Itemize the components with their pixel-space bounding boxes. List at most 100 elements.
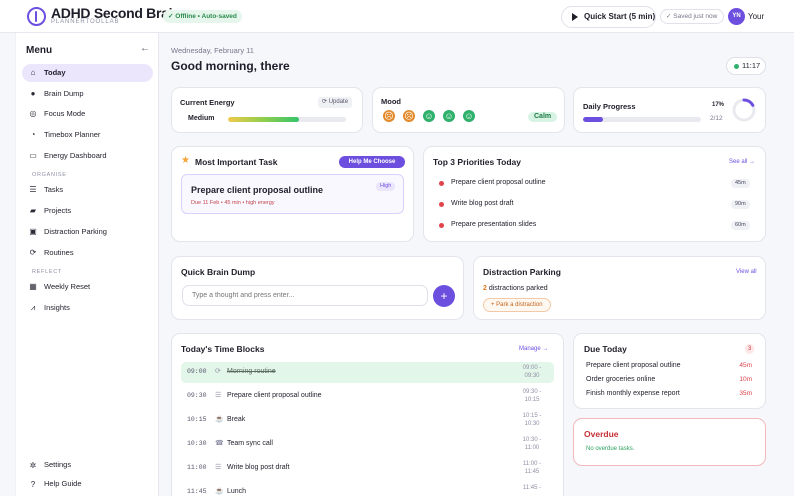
manage-link[interactable]: Manage →: [519, 346, 548, 352]
sidebar-item-today[interactable]: ⌂ Today: [22, 64, 153, 82]
time-block-time: 10:30: [187, 440, 207, 447]
brain-dump-card: Quick Brain Dump +: [171, 256, 464, 320]
sidebar-item-label: Weekly Reset: [44, 282, 91, 291]
user-name[interactable]: Your: [748, 12, 764, 21]
sidebar-item-help-guide[interactable]: ? Help Guide: [22, 476, 153, 492]
priority-dot-icon: [439, 202, 444, 207]
parking-icon: ▣: [29, 227, 37, 236]
collapse-sidebar-icon[interactable]: ←: [140, 43, 150, 54]
distraction-count-number: 2: [483, 285, 487, 292]
sidebar-item-tasks[interactable]: ☰ Tasks: [22, 181, 153, 199]
sidebar-item-timebox-planner[interactable]: ◔ Timebox Planner: [22, 126, 153, 144]
sidebar-item-insights[interactable]: ⩘ Insights: [22, 299, 153, 317]
brain-dump-title: Quick Brain Dump: [181, 267, 256, 277]
sidebar-item-focus-mode[interactable]: ◎ Focus Mode: [22, 105, 153, 123]
no-overdue-text: No overdue tasks.: [586, 446, 635, 452]
quick-start-button[interactable]: Quick Start (5 min): [561, 6, 656, 28]
sidebar-item-label: Help Guide: [44, 479, 82, 488]
mood-happy-icon[interactable]: ☺: [443, 110, 455, 122]
menu-title: Menu: [26, 45, 53, 56]
add-thought-button[interactable]: +: [433, 285, 455, 307]
view-all-link[interactable]: View all: [736, 269, 757, 275]
list-icon: ☰: [215, 392, 222, 399]
time-block-row[interactable]: 10:15 ☕ Break 10:15 - 10:30: [181, 410, 554, 431]
top-header: ADHD Second Brain PLANNERTOOLLAB ✓ Offli…: [0, 0, 794, 33]
coffee-icon: ☕: [215, 488, 224, 495]
progress-ring: [732, 98, 756, 122]
time-block-row[interactable]: 11:45 ☕ Lunch 11:45 -: [181, 482, 554, 496]
due-item-time: 35m: [739, 390, 752, 397]
priority-item[interactable]: Prepare client proposal outline 45m: [439, 177, 750, 189]
help-me-choose-button[interactable]: Help Me Choose: [339, 156, 405, 168]
progress-card: Daily Progress 17% 2/12: [573, 87, 766, 133]
mit-task-name: Prepare client proposal outline: [191, 185, 324, 195]
overdue-card: Overdue No overdue tasks.: [573, 418, 766, 466]
mood-very-happy-icon[interactable]: ☺: [463, 110, 475, 122]
time-block-range: 09:00 - 09:30: [517, 364, 547, 380]
due-item[interactable]: Prepare client proposal outline 45m: [586, 362, 752, 369]
sidebar-item-routines[interactable]: ⟳ Routines: [22, 244, 153, 262]
due-item[interactable]: Order groceries online 10m: [586, 376, 752, 383]
brain-dump-input[interactable]: [182, 285, 428, 306]
sidebar-item-distraction-parking[interactable]: ▣ Distraction Parking: [22, 223, 153, 241]
target-icon: ◎: [29, 109, 37, 118]
time-block-label: Morning routine: [227, 368, 276, 375]
mood-sad-icon[interactable]: ☹: [403, 110, 415, 122]
current-date: Wednesday, February 11: [171, 46, 254, 55]
clock-display: 11:17: [726, 57, 766, 75]
mood-very-sad-icon[interactable]: ☹: [383, 110, 395, 122]
time-block-time: 11:45: [187, 488, 207, 495]
progress-bar-fill: [583, 117, 604, 122]
mit-task-meta: Due 11 Feb • 45 min • high energy: [191, 200, 275, 206]
see-all-link[interactable]: See all →: [729, 159, 755, 165]
quick-start-label: Quick Start (5 min): [584, 12, 656, 21]
lightbulb-icon: ●: [30, 89, 36, 98]
time-block-range: 10:30 - 11:00: [517, 436, 547, 452]
battery-icon: ▭: [29, 151, 37, 160]
priority-item[interactable]: Prepare presentation slides 60m: [439, 219, 750, 231]
sidebar-item-label: Projects: [44, 206, 72, 215]
star-icon: ★: [181, 155, 190, 166]
sidebar-item-brain-dump[interactable]: ● Brain Dump: [22, 85, 153, 103]
sidebar-item-weekly-reset[interactable]: ▦ Weekly Reset: [22, 278, 153, 296]
app-subtitle: PLANNERTOOLLAB: [51, 19, 120, 25]
progress-title: Daily Progress: [583, 102, 636, 111]
update-label: Update: [328, 99, 349, 105]
park-distraction-button[interactable]: + Park a distraction: [483, 298, 551, 312]
due-item-time: 10m: [739, 376, 752, 383]
sidebar-item-energy-dashboard[interactable]: ▭ Energy Dashboard: [22, 147, 153, 165]
time-block-row[interactable]: 09:00 ⟳ Morning routine 09:00 - 09:30: [181, 362, 554, 383]
priority-item[interactable]: Write blog post draft 90m: [439, 198, 750, 210]
sidebar-item-projects[interactable]: ▰ Projects: [22, 202, 153, 220]
time-blocks-title: Today's Time Blocks: [181, 344, 265, 354]
due-item-label: Order groceries online: [586, 376, 656, 383]
help-icon: ?: [30, 480, 36, 489]
priority-dot-icon: [439, 181, 444, 186]
energy-card: Current Energy ⟳ Update Medium: [171, 87, 363, 133]
page-title: Good morning, there: [171, 59, 290, 73]
mood-card: Mood ☹ ☹ ☺ ☺ ☺ Calm: [372, 87, 565, 133]
time-block-row[interactable]: 10:30 ☎ Team sync call 10:30 - 11:00: [181, 434, 554, 455]
sidebar-item-settings[interactable]: ✲ Settings: [22, 457, 153, 473]
range-start: 10:15 -: [522, 413, 542, 419]
range-end: 11:45: [524, 469, 540, 475]
mit-task-box[interactable]: Prepare client proposal outline Due 11 F…: [181, 174, 404, 214]
sidebar-item-label: Brain Dump: [44, 89, 84, 98]
distraction-count-label: distractions parked: [488, 285, 548, 292]
time-block-range: 11:45 -: [517, 484, 547, 492]
phone-icon: ☎: [215, 440, 224, 447]
update-energy-button[interactable]: ⟳ Update: [318, 97, 353, 108]
time-block-label: Prepare client proposal outline: [227, 392, 322, 399]
time-block-row[interactable]: 09:30 ☰ Prepare client proposal outline …: [181, 386, 554, 407]
distraction-parking-card: Distraction Parking View all 2 distracti…: [473, 256, 766, 320]
priority-duration: 45m: [731, 179, 750, 188]
section-organise: ORGANISE: [32, 172, 67, 178]
time-block-time: 11:00: [187, 464, 207, 471]
saved-status: ✓ Saved just now: [660, 9, 725, 24]
sidebar-item-label: Focus Mode: [44, 109, 86, 118]
mood-calm-icon[interactable]: ☺: [423, 110, 435, 122]
avatar[interactable]: YN: [728, 8, 745, 25]
time-block-row[interactable]: 11:00 ☰ Write blog post draft 11:00 -11:…: [181, 458, 554, 479]
overdue-title: Overdue: [584, 429, 619, 439]
due-item[interactable]: Finish monthly expense report 35m: [586, 390, 752, 397]
